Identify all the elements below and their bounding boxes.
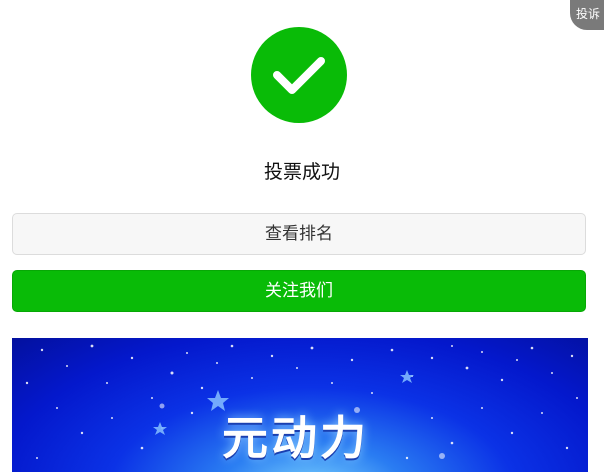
banner-title: 元动力: [222, 411, 369, 465]
vote-success-message: 投票成功: [263, 161, 340, 183]
promo-banner[interactable]: 元动力: [12, 338, 588, 472]
check-circle-icon: [251, 27, 347, 123]
view-ranking-button[interactable]: 查看排名: [12, 213, 586, 255]
vote-success-page: 投诉 投票成功 查看排名 关注我们 元动力: [0, 0, 604, 472]
complain-button[interactable]: 投诉: [570, 0, 604, 30]
follow-us-button[interactable]: 关注我们: [12, 270, 586, 312]
